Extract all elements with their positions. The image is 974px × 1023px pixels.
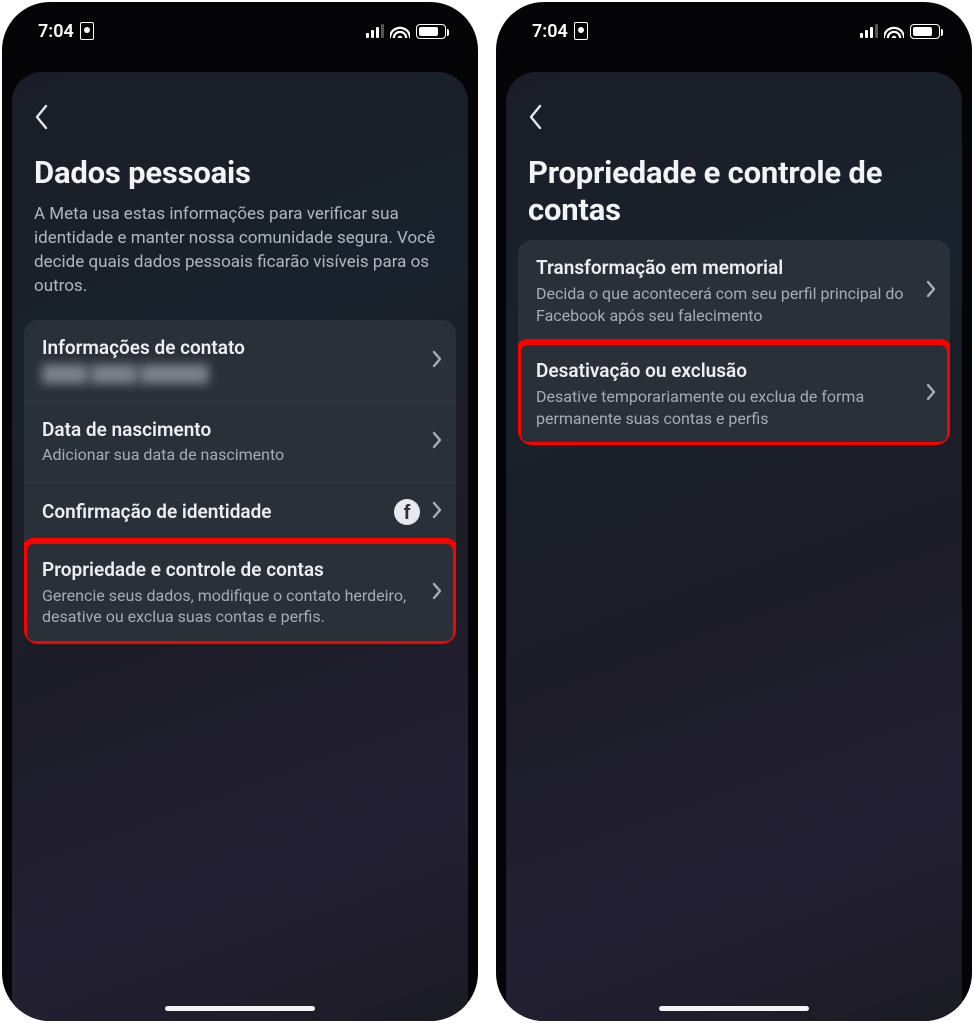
chevron-right-icon xyxy=(432,350,442,372)
settings-list: Informações de contato ████ ████ ██████ … xyxy=(24,320,456,643)
phone-screen-2: 7:04 Propriedade e controle de contas Tr… xyxy=(496,2,972,1021)
page-title: Dados pessoais xyxy=(12,154,468,203)
row-title: Desativação ou exclusão xyxy=(536,359,914,384)
status-right xyxy=(366,24,446,39)
cellular-signal-icon xyxy=(860,24,878,38)
home-indicator[interactable] xyxy=(659,1006,809,1011)
chevron-right-icon xyxy=(432,501,442,523)
status-right xyxy=(860,24,940,39)
chevron-right-icon xyxy=(926,383,936,405)
facebook-icon: f xyxy=(394,499,420,525)
row-title: Informações de contato xyxy=(42,336,420,361)
status-bar: 7:04 xyxy=(2,2,478,54)
chevron-right-icon xyxy=(926,280,936,302)
row-title: Confirmação de identidade xyxy=(42,500,382,525)
chevron-right-icon xyxy=(432,582,442,604)
id-card-icon xyxy=(574,22,588,40)
back-button[interactable] xyxy=(12,96,72,154)
id-card-icon xyxy=(80,22,94,40)
cellular-signal-icon xyxy=(366,24,384,38)
row-identity-confirmation[interactable]: Confirmação de identidade f xyxy=(24,482,456,541)
row-subtitle-redacted: ████ ████ ██████ xyxy=(42,363,420,385)
row-subtitle: Gerencie seus dados, modifique o contato… xyxy=(42,585,420,628)
row-subtitle: Decida o que acontecerá com seu perfil p… xyxy=(536,283,914,326)
chevron-right-icon xyxy=(432,431,442,453)
wifi-icon xyxy=(390,24,410,38)
row-subtitle: Desative temporariamente ou exclua de fo… xyxy=(536,386,914,429)
status-left: 7:04 xyxy=(532,21,588,42)
status-bar: 7:04 xyxy=(496,2,972,54)
status-left: 7:04 xyxy=(38,21,94,42)
row-title: Transformação em memorial xyxy=(536,256,914,281)
wifi-icon xyxy=(884,24,904,38)
row-memorialization[interactable]: Transformação em memorial Decida o que a… xyxy=(518,240,950,342)
content-surface: Propriedade e controle de contas Transfo… xyxy=(506,72,962,1021)
row-title: Data de nascimento xyxy=(42,418,420,443)
row-title: Propriedade e controle de contas xyxy=(42,558,420,583)
row-deactivation-deletion[interactable]: Desativação ou exclusão Desative tempora… xyxy=(518,342,950,445)
home-indicator[interactable] xyxy=(165,1006,315,1011)
phone-screen-1: 7:04 Dados pessoais A Meta usa estas inf… xyxy=(2,2,478,1021)
status-time: 7:04 xyxy=(38,21,74,42)
page-description: A Meta usa estas informações para verifi… xyxy=(12,203,468,320)
page-title: Propriedade e controle de contas xyxy=(506,154,962,240)
battery-icon xyxy=(910,24,940,39)
content-surface: Dados pessoais A Meta usa estas informaç… xyxy=(12,72,468,1021)
battery-icon xyxy=(416,24,446,39)
settings-list: Transformação em memorial Decida o que a… xyxy=(518,240,950,445)
row-birth-date[interactable]: Data de nascimento Adicionar sua data de… xyxy=(24,401,456,482)
back-button[interactable] xyxy=(506,96,566,154)
row-contact-info[interactable]: Informações de contato ████ ████ ██████ xyxy=(24,320,456,400)
status-time: 7:04 xyxy=(532,21,568,42)
row-account-ownership[interactable]: Propriedade e controle de contas Gerenci… xyxy=(24,541,456,644)
row-subtitle: Adicionar sua data de nascimento xyxy=(42,444,420,466)
